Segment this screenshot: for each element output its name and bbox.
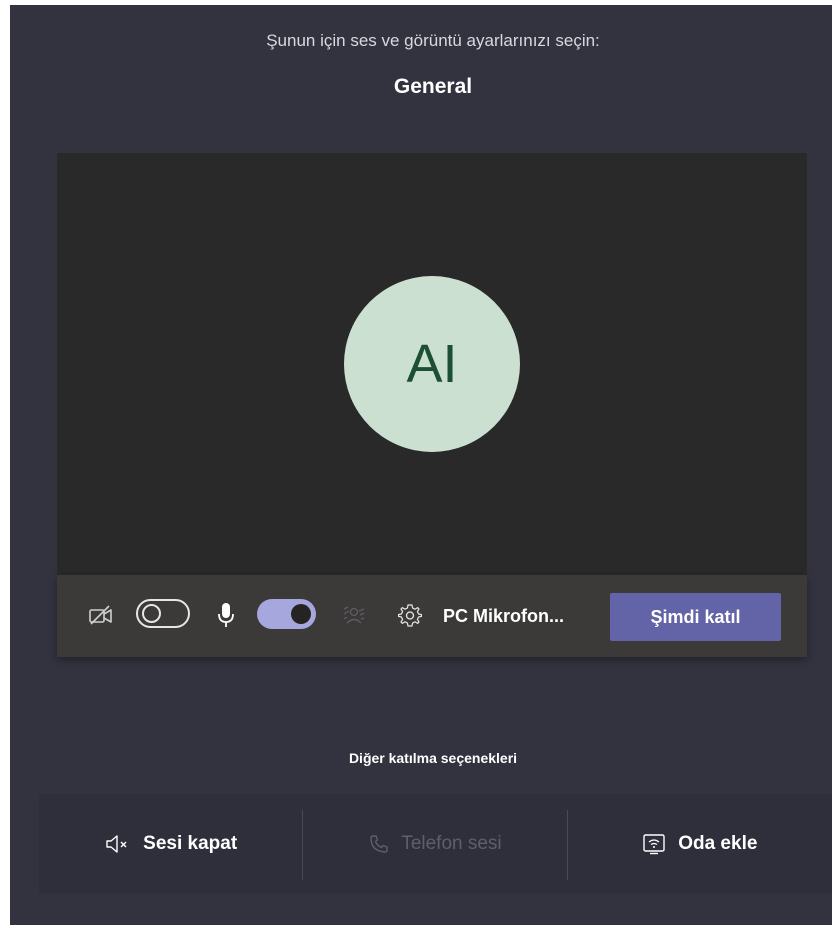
add-room-option[interactable]: Oda ekle: [568, 794, 832, 893]
prejoin-subtitle: Şunun için ses ve görüntü ayarlarınızı s…: [266, 31, 600, 50]
camera-toggle-knob: [142, 604, 161, 623]
microphone-toggle-knob: [291, 604, 311, 624]
phone-audio-option[interactable]: Telefon sesi: [303, 794, 568, 893]
add-room-label: Oda ekle: [678, 832, 758, 854]
speaker-mute-icon: [105, 834, 131, 853]
video-preview: AI: [57, 153, 807, 575]
microphone-toggle[interactable]: [257, 599, 316, 629]
phone-audio-label: Telefon sesi: [401, 832, 502, 854]
camera-toggle[interactable]: [136, 599, 190, 628]
join-now-button[interactable]: Şimdi katıl: [610, 593, 781, 641]
prejoin-screen: Şunun için ses ve görüntü ayarlarınızı s…: [10, 5, 832, 925]
meeting-title: General: [393, 75, 473, 98]
background-blur-icon[interactable]: [341, 602, 367, 628]
audio-off-label: Sesi kapat: [143, 832, 238, 854]
other-join-options: Sesi kapat Telefon sesi Oda ekle: [39, 794, 832, 893]
other-join-options-heading: Diğer katılma seçenekleri: [348, 750, 518, 766]
cast-room-icon: [642, 833, 666, 855]
phone-icon: [369, 834, 389, 854]
microphone-icon: [215, 600, 237, 630]
device-controls-bar: PC Mikrofon... Şimdi katıl: [57, 575, 807, 657]
audio-device-label[interactable]: PC Mikrofon...: [443, 601, 564, 631]
device-settings-gear-icon[interactable]: [395, 600, 425, 630]
avatar: AI: [344, 276, 520, 452]
avatar-initials: AI: [406, 334, 458, 394]
audio-off-option[interactable]: Sesi kapat: [39, 794, 304, 893]
camera-off-icon: [87, 601, 115, 629]
